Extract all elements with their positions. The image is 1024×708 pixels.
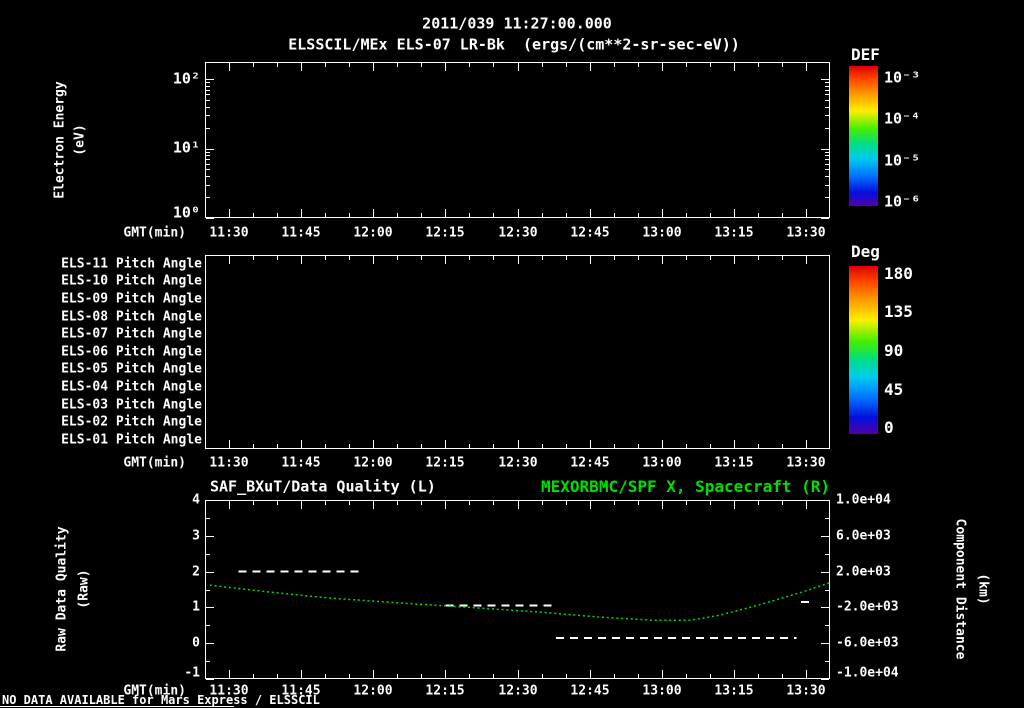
- x-tick-label: 12:15: [425, 683, 465, 699]
- x-tick-label: 11:45: [281, 455, 321, 471]
- x-tick-label: 11:45: [281, 225, 321, 241]
- panel3-left-ytick-label: 4: [192, 492, 200, 508]
- x-tick-label: 13:00: [642, 683, 682, 699]
- x-tick-label: 12:00: [353, 683, 393, 699]
- panel1-ytick-label: 10⁰: [172, 203, 200, 222]
- panel3-left-title: SAF_BXuT/Data Quality (L): [210, 477, 436, 496]
- x-tick-label: 13:30: [786, 455, 826, 471]
- panel3-left-ytick-label: -1: [184, 665, 200, 681]
- els-row-label: ELS-05 Pitch Angle: [61, 361, 202, 377]
- panel3-right-ylabel-units: (km): [975, 573, 991, 605]
- x-tick-label: 12:45: [570, 683, 610, 699]
- x-tick-label: 12:30: [498, 225, 538, 241]
- spacecraft-distance-curve: [209, 581, 831, 621]
- x-tick-label: 12:30: [498, 455, 538, 471]
- def-colorbar-tick-label: 10⁻⁵: [884, 151, 921, 170]
- x-tick-label: 12:15: [425, 225, 465, 241]
- els-row-label: ELS-04 Pitch Angle: [61, 379, 202, 395]
- panel3-right-ytick-label: -2.0e+03: [836, 599, 899, 615]
- deg-colorbar-title: Deg: [851, 242, 880, 261]
- no-data-message: NO DATA AVAILABLE for Mars Express / ELS…: [2, 693, 320, 707]
- x-tick-label: 12:00: [353, 455, 393, 471]
- def-colorbar-title: DEF: [851, 45, 880, 64]
- els-row-label: ELS-02 Pitch Angle: [61, 414, 202, 430]
- def-colorbar-tick-label: 10⁻³: [884, 68, 921, 87]
- els-row-label: ELS-03 Pitch Angle: [61, 397, 202, 413]
- x-tick-label: 12:45: [570, 225, 610, 241]
- plot-title: ELSSCIL/MEx ELS-07 LR-Bk (ergs/(cm**2-sr…: [288, 35, 740, 54]
- els-quicklook-screen: 2011/039 11:27:00.000 ELSSCIL/MEx ELS-07…: [0, 0, 1024, 708]
- panel1-ytick-label: 10²: [172, 69, 200, 88]
- els-row-label: ELS-08 Pitch Angle: [61, 309, 202, 325]
- els-row-label: ELS-11 Pitch Angle: [61, 256, 202, 272]
- panel1-ylabel-units: (eV): [72, 124, 88, 156]
- x-tick-label: 13:15: [714, 683, 754, 699]
- x-tick-label: 11:45: [281, 683, 321, 699]
- deg-colorbar-tick-label: 90: [884, 341, 904, 360]
- panel3-left-ytick-label: 1: [192, 599, 200, 615]
- panel3-right-ytick-label: -1.0e+04: [836, 665, 899, 681]
- footer-underline: [0, 706, 234, 707]
- def-colorbar-tick-label: 10⁻⁴: [884, 109, 921, 128]
- panel3-right-ytick-label: -6.0e+03: [836, 635, 899, 651]
- x-tick-label: 12:15: [425, 455, 465, 471]
- panel3-left-ytick-label: 3: [192, 528, 200, 544]
- x-tick-label: 13:15: [714, 225, 754, 241]
- timestamp: 2011/039 11:27:00.000: [422, 14, 612, 33]
- def-colorbar-tick-label: 10⁻⁶: [884, 192, 921, 211]
- panel1-ytick-label: 10¹: [172, 138, 200, 157]
- deg-colorbar-tick-label: 135: [884, 302, 913, 321]
- x-tick-label: 13:15: [714, 455, 754, 471]
- panel3-right-ytick-label: 6.0e+03: [836, 528, 891, 544]
- x-tick-label: 13:30: [786, 683, 826, 699]
- els-row-label: ELS-07 Pitch Angle: [61, 326, 202, 342]
- def-colorbar: [849, 66, 878, 206]
- x-tick-label: 11:30: [209, 225, 249, 241]
- deg-colorbar-tick-label: 45: [884, 380, 904, 399]
- x-tick-label: 11:30: [209, 455, 249, 471]
- x-tick-label: 13:00: [642, 455, 682, 471]
- panel3-right-title: MEXORBMC/SPF X, Spacecraft (R): [541, 477, 830, 496]
- x-tick-label: 12:00: [353, 225, 393, 241]
- gmt-label-panel2: GMT(min): [123, 455, 186, 471]
- els-row-label: ELS-01 Pitch Angle: [61, 432, 202, 448]
- gmt-label-panel1: GMT(min): [123, 225, 186, 241]
- panel3-right-ylabel: Component Distance: [952, 518, 968, 660]
- x-tick-label: 13:30: [786, 225, 826, 241]
- panel3-right-ytick-label: 1.0e+04: [836, 492, 891, 508]
- x-tick-label: 13:00: [642, 225, 682, 241]
- x-tick-label: 12:45: [570, 455, 610, 471]
- panel3-left-ytick-label: 0: [192, 635, 200, 651]
- panel1-ylabel: Electron Energy: [52, 81, 68, 199]
- deg-colorbar-tick-label: 180: [884, 264, 913, 283]
- x-tick-label: 11:30: [209, 683, 249, 699]
- deg-colorbar-tick-label: 0: [884, 418, 894, 437]
- x-tick-label: 12:30: [498, 683, 538, 699]
- els-row-label: ELS-06 Pitch Angle: [61, 344, 202, 360]
- deg-colorbar: [849, 266, 878, 434]
- els-row-label: ELS-09 Pitch Angle: [61, 291, 202, 307]
- panel3-left-ylabel: Raw Data Quality: [54, 526, 70, 652]
- panel3-left-ylabel-units: (Raw): [76, 569, 92, 609]
- panel3-left-ytick-label: 2: [192, 564, 200, 580]
- panel3-right-ytick-label: 2.0e+03: [836, 564, 891, 580]
- els-row-label: ELS-10 Pitch Angle: [61, 273, 202, 289]
